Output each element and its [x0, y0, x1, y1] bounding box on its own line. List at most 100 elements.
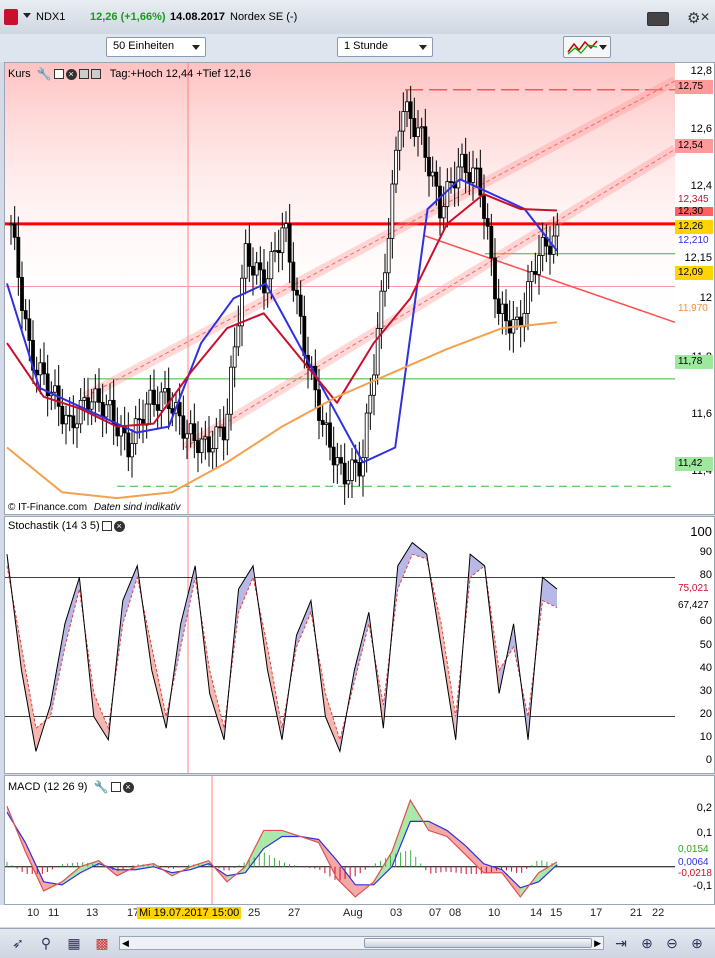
- close-panel-icon[interactable]: ×: [122, 781, 134, 793]
- interval-dropdown[interactable]: 1 Stunde: [337, 37, 433, 57]
- candle-body: [533, 271, 538, 275]
- zoom-in-icon[interactable]: ⊕: [688, 934, 706, 952]
- stochastic-panel-title: Stochastik (14 3 5): [8, 520, 100, 532]
- stoch-fill-segment: [296, 600, 311, 647]
- badge-green-mid: 11,78: [675, 355, 713, 369]
- candle-body: [291, 261, 296, 291]
- candle-body: [394, 149, 398, 185]
- move-down-icon[interactable]: [90, 69, 101, 79]
- close-panel-icon[interactable]: ×: [65, 68, 77, 80]
- candle-body: [269, 251, 274, 280]
- x-axis-label: 03: [390, 907, 403, 919]
- zoom-reset-icon[interactable]: ⊕: [638, 934, 656, 952]
- badge-green-low: 11,42: [675, 457, 713, 471]
- indicator-add-icon[interactable]: ▩: [93, 934, 111, 952]
- wrench-icon[interactable]: 🔧: [94, 780, 109, 794]
- close-panel-icon[interactable]: ×: [113, 520, 125, 532]
- day-range-info: Tag:+Hoch 12,44 +Tief 12,16: [109, 67, 252, 80]
- candle-body: [390, 183, 395, 239]
- candle-body: [441, 206, 446, 219]
- x-axis-label: 25: [248, 907, 261, 919]
- candle-body: [207, 436, 211, 453]
- wrench-icon[interactable]: 🔧: [37, 67, 52, 81]
- maximize-icon[interactable]: [53, 69, 64, 79]
- symbol-label[interactable]: NDX1: [36, 11, 65, 23]
- stochastic-panel[interactable]: Stochastik (14 3 5) × 100 90 80 60 50 40 …: [4, 516, 715, 774]
- badge-stoch-d: 67,427: [675, 599, 713, 613]
- stoch-axis-tick: 40: [699, 662, 712, 674]
- candle-body: [12, 223, 17, 238]
- x-axis-label: 27: [288, 907, 301, 919]
- units-dropdown-value: 50 Einheiten: [113, 40, 175, 52]
- price-panel[interactable]: Kurs 🔧 × Tag:+Hoch 12,44 +Tief 12,16 © IT…: [4, 62, 715, 515]
- stock-lookup-icon[interactable]: ⚲: [37, 934, 55, 952]
- stoch-fill-segment: [397, 542, 413, 589]
- x-axis-label: 22: [652, 907, 665, 919]
- candle-body: [555, 224, 560, 237]
- candle-body: [196, 440, 200, 454]
- candle-body: [126, 432, 131, 458]
- candle-body: [328, 422, 332, 448]
- stoch-axis-tick: 100: [690, 524, 712, 539]
- crosshair-cursor-icon[interactable]: ➶: [9, 934, 27, 952]
- candle-body: [177, 402, 182, 417]
- macd-panel[interactable]: MACD (12 26 9) 🔧 × 0,2 0,1 -0,1 0,0154 0,…: [4, 775, 715, 905]
- badge-orange-sma: 11,970: [675, 302, 713, 316]
- x-axis-label: 08: [449, 907, 462, 919]
- candle-body: [302, 315, 307, 356]
- close-icon[interactable]: ✕: [700, 10, 710, 24]
- units-dropdown[interactable]: 50 Einheiten: [106, 37, 206, 57]
- candle-body: [383, 272, 387, 292]
- zoom-out-icon[interactable]: ⊖: [663, 934, 681, 952]
- candle-body: [474, 167, 479, 170]
- candle-body: [82, 397, 87, 401]
- candle-body: [20, 276, 24, 311]
- candle-body: [16, 236, 21, 278]
- stoch-axis-tick: 20: [699, 708, 712, 720]
- candle-body: [181, 415, 186, 439]
- candle-body: [537, 255, 541, 275]
- copyright-text: © IT-Finance.com Daten sind indikativ: [8, 502, 181, 513]
- candle-body: [372, 374, 376, 396]
- candle-body: [284, 223, 288, 229]
- candle-body: [262, 269, 266, 294]
- candle-body: [229, 366, 233, 415]
- candle-body: [467, 172, 472, 183]
- scrollbar-thumb[interactable]: [364, 938, 592, 948]
- candle-body: [493, 257, 497, 300]
- symbol-menu-arrow-icon[interactable]: [23, 13, 31, 18]
- stochastic-chart: [5, 517, 675, 773]
- scroll-end-icon[interactable]: ⇥: [612, 934, 630, 952]
- stoch-fill-segment: [151, 647, 167, 729]
- stoch-d-line: [6, 553, 558, 742]
- stoch-axis-tick: 50: [699, 639, 712, 651]
- price-axis-tick: 12,8: [690, 65, 712, 77]
- move-up-icon[interactable]: [78, 69, 89, 79]
- table-view-icon[interactable]: ▦: [65, 934, 83, 952]
- settings-gear-icon[interactable]: ⚙: [687, 9, 700, 27]
- candle-body: [496, 298, 501, 314]
- badge-macd: 0,0154: [675, 843, 713, 857]
- keyboard-icon[interactable]: [647, 12, 669, 26]
- maximize-icon[interactable]: [101, 521, 112, 532]
- horizontal-scrollbar[interactable]: ◀ ▶: [119, 936, 604, 950]
- candle-body: [258, 262, 263, 271]
- chart-type-button[interactable]: [563, 36, 611, 58]
- candle-body: [405, 101, 409, 112]
- candle-body: [64, 414, 68, 425]
- scroll-right-icon[interactable]: ▶: [594, 938, 601, 949]
- candle-body: [379, 290, 384, 329]
- candle-body: [104, 404, 109, 418]
- date-label: 14.08.2017: [170, 11, 226, 23]
- scroll-left-icon[interactable]: ◀: [122, 938, 129, 949]
- copyright-label: © IT-Finance.com: [8, 502, 88, 513]
- candle-body: [416, 127, 420, 138]
- stoch-fill-segment: [441, 623, 456, 740]
- badge-gray-level: 12,09: [675, 266, 713, 280]
- x-axis: 10 11 13 17 25 27 Aug 03 07 08 10 14 15 …: [0, 905, 715, 927]
- candle-body: [152, 389, 156, 406]
- chevron-down-icon: [419, 45, 427, 50]
- badge-histogram: -0,0218: [675, 867, 713, 881]
- macd-panel-title: MACD (12 26 9): [8, 780, 88, 793]
- maximize-icon[interactable]: [110, 782, 121, 792]
